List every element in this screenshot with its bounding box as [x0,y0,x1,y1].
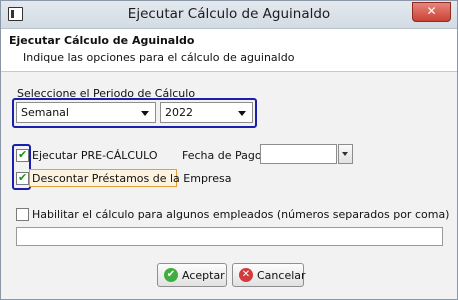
check-circle-icon: ✔ [164,268,178,282]
title-bar[interactable]: Ejecutar Cálculo de Aguinaldo ✕ [1,1,457,29]
chevron-down-icon [141,111,149,116]
frequency-select[interactable]: Semanal [16,102,156,123]
fecha-pago-label: Fecha de Pago [182,149,262,162]
accept-label: Aceptar [182,269,225,282]
employees-input[interactable] [16,227,443,246]
habilitar-label[interactable]: Habilitar el cálculo para algunos emplea… [32,208,449,221]
header-title: Ejecutar Cálculo de Aguinaldo [9,34,195,47]
year-select[interactable]: 2022 [160,102,253,123]
dialog-header: Ejecutar Cálculo de Aguinaldo Indique la… [1,29,457,72]
precalculo-checkbox[interactable]: ✔ [16,148,29,162]
check-icon: ✔ [18,171,28,184]
year-value: 2022 [165,106,193,119]
close-button[interactable]: ✕ [412,2,451,22]
accept-button[interactable]: ✔ Aceptar [157,263,227,287]
frequency-value: Semanal [21,106,69,119]
precalculo-label[interactable]: Ejecutar PRE-CÁLCULO [32,149,158,162]
fecha-pago-input[interactable] [260,144,337,164]
close-icon: ✕ [426,4,437,18]
cancel-label: Cancelar [257,269,306,282]
cancel-circle-icon: ✕ [239,268,253,282]
window-title: Ejecutar Cálculo de Aguinaldo [127,6,331,22]
descontar-checkbox[interactable]: ✔ [16,171,29,185]
chevron-down-icon [342,152,348,156]
check-icon: ✔ [18,148,28,161]
header-subtitle: Indique las opciones para el cálculo de … [23,51,295,64]
fecha-pago-dropdown-button[interactable] [338,144,353,164]
chevron-down-icon [238,111,246,116]
descontar-label[interactable]: Descontar Préstamos de la Empresa [32,172,231,185]
habilitar-checkbox[interactable] [16,208,29,221]
cancel-button[interactable]: ✕ Cancelar [232,263,306,287]
dialog-window: Ejecutar Cálculo de Aguinaldo ✕ Ejecutar… [0,0,458,300]
